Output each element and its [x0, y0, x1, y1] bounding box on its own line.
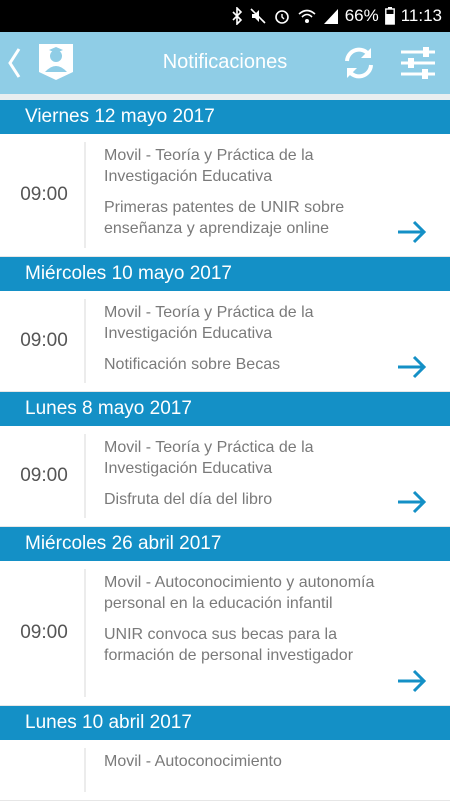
- divider: [84, 434, 86, 518]
- battery-percentage: 66%: [344, 6, 379, 25]
- notification-course: Movil - Teoría y Práctica de la Investig…: [104, 304, 314, 342]
- wifi-icon: [298, 9, 316, 23]
- signal-icon: [323, 9, 338, 24]
- notification-course: Movil - Autoconocimiento y autonomía per…: [104, 574, 375, 612]
- arrow-right-icon[interactable]: [396, 490, 428, 514]
- notification-list[interactable]: Viernes 12 mayo 2017 09:00 Movil - Teorí…: [0, 100, 450, 801]
- notification-course: Movil - Autoconocimiento: [104, 753, 282, 770]
- date-header: Viernes 12 mayo 2017: [0, 100, 450, 134]
- date-header: Miércoles 10 mayo 2017: [0, 257, 450, 291]
- divider: [84, 748, 86, 792]
- refresh-icon[interactable]: [340, 44, 378, 82]
- bluetooth-icon: [232, 7, 242, 25]
- arrow-right-icon[interactable]: [396, 355, 428, 379]
- date-header: Miércoles 26 abril 2017: [0, 527, 450, 561]
- arrow-right-icon[interactable]: [396, 669, 428, 693]
- page-title: Notificaciones: [162, 51, 288, 73]
- notification-message: Notificación sobre Becas: [104, 356, 281, 373]
- notification-item[interactable]: 09:00 Movil - Teoría y Práctica de la In…: [0, 134, 450, 257]
- battery-icon: [384, 7, 395, 25]
- notification-time: 09:00: [20, 622, 68, 643]
- arrow-right-icon[interactable]: [396, 220, 428, 244]
- notification-item[interactable]: Movil - Autoconocimiento: [0, 740, 450, 801]
- app-header: Notificaciones: [0, 32, 450, 94]
- mute-icon: [250, 8, 266, 24]
- notification-message: Disfruta del día del libro: [104, 491, 273, 508]
- notification-item[interactable]: 09:00 Movil - Teoría y Práctica de la In…: [0, 426, 450, 527]
- notification-message: Primeras patentes de UNIR sobre enseñanz…: [104, 199, 345, 237]
- alarm-icon: [274, 10, 289, 24]
- notification-time: 09:00: [20, 330, 68, 351]
- date-header: Lunes 8 mayo 2017: [0, 392, 450, 426]
- notification-course: Movil - Teoría y Práctica de la Investig…: [104, 439, 314, 477]
- notification-time: 09:00: [20, 465, 68, 486]
- clock: 11:13: [400, 6, 442, 25]
- divider: [84, 299, 86, 383]
- notification-message: UNIR convoca sus becas para la formación…: [104, 626, 354, 664]
- status-icons: 66% 11:13: [231, 0, 442, 32]
- settings-sliders-icon[interactable]: [398, 44, 438, 82]
- notification-time: 09:00: [20, 184, 68, 205]
- divider: [84, 142, 86, 248]
- status-bar: 66% 11:13: [0, 0, 450, 32]
- notification-item[interactable]: 09:00 Movil - Teoría y Práctica de la In…: [0, 291, 450, 392]
- notification-course: Movil - Teoría y Práctica de la Investig…: [104, 147, 314, 185]
- notification-item[interactable]: 09:00 Movil - Autoconocimiento y autonom…: [0, 561, 450, 706]
- divider: [84, 569, 86, 697]
- date-header: Lunes 10 abril 2017: [0, 706, 450, 740]
